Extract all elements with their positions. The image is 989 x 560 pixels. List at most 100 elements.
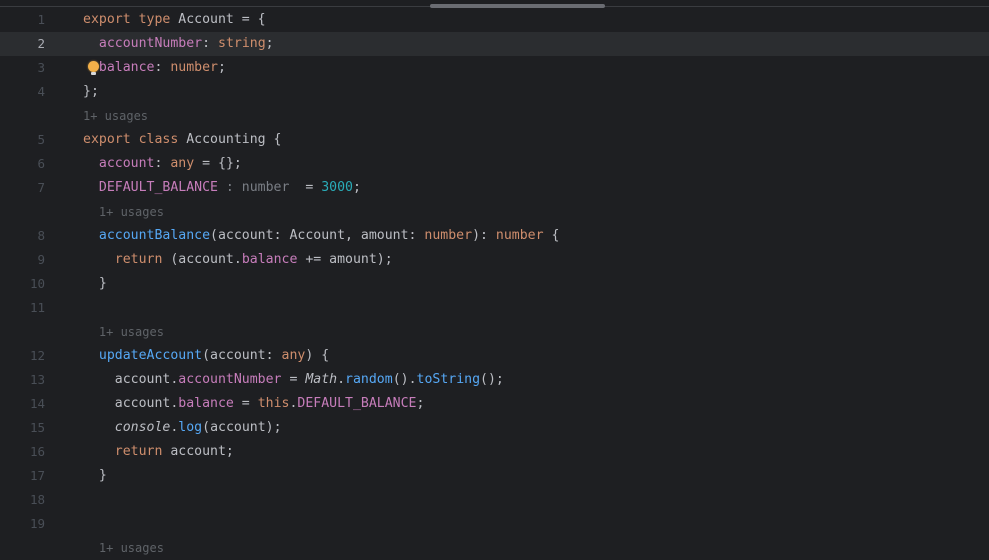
horizontal-scrollbar: [0, 0, 989, 8]
line-number[interactable]: 10: [0, 272, 45, 296]
token-field: balance: [178, 396, 234, 411]
code-line-16[interactable]: 16 return account;: [0, 440, 989, 464]
token-def: }: [83, 468, 107, 483]
line-number[interactable]: 15: [0, 416, 45, 440]
code-text: updateAccount(account: any) {: [83, 344, 329, 368]
code-line-8[interactable]: 8 accountBalance(account: Account, amoun…: [0, 224, 989, 248]
token-def: ) {: [305, 348, 329, 363]
code-text: account: any = {};: [83, 152, 242, 176]
token-def: ;: [353, 180, 361, 195]
code-line-15[interactable]: 15 console.log(account);: [0, 416, 989, 440]
line-number[interactable]: 4: [0, 80, 45, 104]
usages-hint[interactable]: 1+ usages: [99, 200, 164, 224]
token-field: accountNumber: [178, 372, 281, 387]
usages-hint-row[interactable]: 1+ usages: [0, 320, 989, 344]
code-line-13[interactable]: 13 account.accountNumber = Math.random()…: [0, 368, 989, 392]
code-line-17[interactable]: 17 }: [0, 464, 989, 488]
token-def: [83, 348, 99, 363]
token-kw: string: [218, 36, 266, 51]
token-def: :: [154, 156, 170, 171]
token-def: (account:: [202, 348, 281, 363]
code-text: DEFAULT_BALANCE : number = 3000;: [83, 176, 361, 200]
code-text: export class Accounting {: [83, 128, 282, 152]
token-kw: number: [496, 228, 544, 243]
token-def: [83, 156, 99, 171]
token-num: 3000: [321, 180, 353, 195]
token-def: ):: [472, 228, 496, 243]
token-def: Account = {: [170, 12, 265, 27]
code-line-18[interactable]: 18: [0, 488, 989, 512]
code-line-4[interactable]: 4};: [0, 80, 989, 104]
token-field: balance: [99, 60, 155, 75]
token-def: [83, 180, 99, 195]
line-number[interactable]: 5: [0, 128, 45, 152]
token-defi: console: [115, 420, 171, 435]
code-text: accountBalance(account: Account, amount:…: [83, 224, 559, 248]
code-text: accountNumber: string;: [83, 32, 274, 56]
line-number[interactable]: 3: [0, 56, 45, 80]
code-text: };: [83, 80, 99, 104]
token-def: += amount);: [297, 252, 392, 267]
code-line-5[interactable]: 5 export class Accounting {: [0, 128, 989, 152]
line-number[interactable]: 14: [0, 392, 45, 416]
code-line-11[interactable]: 11: [0, 296, 989, 320]
line-number[interactable]: 2: [0, 32, 45, 56]
usages-hint[interactable]: 1+ usages: [99, 320, 164, 344]
code-line-2[interactable]: 2 accountNumber: string;: [0, 32, 989, 56]
line-number[interactable]: 1: [0, 8, 45, 32]
line-number[interactable]: 8: [0, 224, 45, 248]
token-def: [83, 252, 115, 267]
token-fn: toString: [417, 372, 481, 387]
line-number[interactable]: 18: [0, 488, 45, 512]
token-kw: return: [115, 252, 163, 267]
token-def: (account: Account, amount:: [210, 228, 424, 243]
code-line-7[interactable]: 7 DEFAULT_BALANCE : number = 3000;: [0, 176, 989, 200]
line-number[interactable]: 19: [0, 512, 45, 536]
usages-hint-row[interactable]: 1+ usages: [0, 104, 989, 128]
token-field: balance: [242, 252, 298, 267]
token-def: :: [154, 60, 170, 75]
token-def: }: [83, 276, 107, 291]
line-number[interactable]: 17: [0, 464, 45, 488]
token-kw: number: [424, 228, 472, 243]
editor-rows: 1export type Account = {2 accountNumber:…: [0, 8, 989, 560]
usages-hint-row[interactable]: 1+ usages: [0, 200, 989, 224]
line-number[interactable]: 6: [0, 152, 45, 176]
line-number[interactable]: 13: [0, 368, 45, 392]
token-kw: return: [115, 444, 163, 459]
code-line-12[interactable]: 12 updateAccount(account: any) {: [0, 344, 989, 368]
token-def: =: [289, 180, 321, 195]
token-hint: : number: [218, 180, 289, 195]
usages-hint[interactable]: 1+ usages: [99, 536, 164, 560]
usages-hint-row[interactable]: 1+ usages: [0, 536, 989, 560]
code-text: account.accountNumber = Math.random().to…: [83, 368, 504, 392]
code-text: return (account.balance += amount);: [83, 248, 393, 272]
line-number[interactable]: 9: [0, 248, 45, 272]
token-def: ().: [393, 372, 417, 387]
code-line-14[interactable]: 14 account.balance = this.DEFAULT_BALANC…: [0, 392, 989, 416]
line-number[interactable]: 16: [0, 440, 45, 464]
token-kw: export class: [83, 132, 178, 147]
code-line-9[interactable]: 9 return (account.balance += amount);: [0, 248, 989, 272]
line-number[interactable]: 12: [0, 344, 45, 368]
token-kw: this: [258, 396, 290, 411]
code-line-19[interactable]: 19: [0, 512, 989, 536]
code-line-10[interactable]: 10 }: [0, 272, 989, 296]
code-text: balance: number;: [83, 56, 226, 80]
token-fn: updateAccount: [99, 348, 202, 363]
token-field: account: [99, 156, 155, 171]
code-line-1[interactable]: 1export type Account = {: [0, 8, 989, 32]
token-kw: any: [282, 348, 306, 363]
code-line-6[interactable]: 6 account: any = {};: [0, 152, 989, 176]
token-def: Accounting {: [178, 132, 281, 147]
usages-hint[interactable]: 1+ usages: [83, 104, 148, 128]
token-def: = {};: [194, 156, 242, 171]
token-def: ();: [480, 372, 504, 387]
line-number[interactable]: 7: [0, 176, 45, 200]
code-text: }: [83, 272, 107, 296]
line-number[interactable]: 11: [0, 296, 45, 320]
code-text: }: [83, 464, 107, 488]
token-fn: random: [345, 372, 393, 387]
token-field: DEFAULT_BALANCE: [99, 180, 218, 195]
code-line-3[interactable]: 3 balance: number;: [0, 56, 989, 80]
